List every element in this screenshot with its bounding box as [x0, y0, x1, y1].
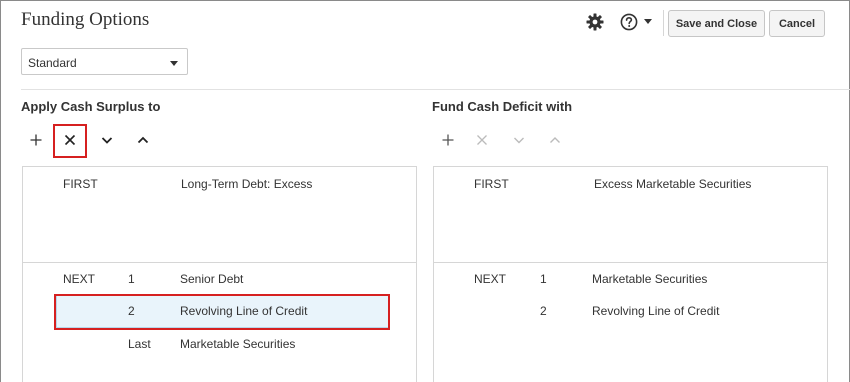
first-item[interactable]: Excess Marketable Securities: [594, 177, 751, 191]
move-up-icon[interactable]: [545, 130, 565, 150]
save-and-close-button[interactable]: Save and Close: [668, 10, 765, 37]
scenario-select[interactable]: Standard: [21, 48, 188, 75]
row-order: 1: [128, 272, 135, 286]
next-label: NEXT: [474, 272, 507, 286]
scenario-select-value: Standard: [28, 56, 77, 70]
first-item[interactable]: Long-Term Debt: Excess: [181, 177, 312, 191]
row-order: 2: [540, 304, 547, 318]
cancel-button[interactable]: Cancel: [769, 10, 825, 37]
deficit-panel: FIRST Excess Marketable Securities NEXT …: [433, 166, 828, 382]
chevron-down-icon[interactable]: [644, 19, 652, 24]
row-item[interactable]: Senior Debt: [180, 272, 243, 286]
add-icon[interactable]: [438, 130, 458, 150]
surplus-panel: FIRST Long-Term Debt: Excess NEXT 1 Seni…: [22, 166, 417, 382]
remove-button-highlight: [53, 124, 87, 158]
move-up-icon[interactable]: [133, 130, 153, 150]
next-label: NEXT: [63, 272, 96, 286]
help-icon[interactable]: [620, 13, 638, 31]
add-icon[interactable]: [26, 130, 46, 150]
row-order: 1: [540, 272, 547, 286]
deficit-section-title: Fund Cash Deficit with: [432, 99, 573, 114]
remove-icon[interactable]: [472, 130, 492, 150]
row-item[interactable]: Marketable Securities: [180, 337, 295, 351]
section-divider: [21, 89, 850, 90]
panel-divider: [434, 262, 827, 263]
move-down-icon[interactable]: [509, 130, 529, 150]
row-item[interactable]: Marketable Securities: [592, 272, 707, 286]
row-item[interactable]: Revolving Line of Credit: [592, 304, 719, 318]
page-title: Funding Options: [21, 9, 150, 30]
gear-icon[interactable]: [586, 13, 604, 31]
first-label: FIRST: [474, 177, 509, 191]
first-label: FIRST: [63, 177, 98, 191]
panel-divider: [23, 262, 416, 263]
row-order: Last: [128, 337, 151, 351]
selected-row-highlight: [54, 294, 390, 330]
dropdown-arrow-icon: [170, 61, 178, 66]
move-down-icon[interactable]: [97, 130, 117, 150]
surplus-section-title: Apply Cash Surplus to: [21, 99, 161, 114]
toolbar-divider: [663, 10, 664, 36]
